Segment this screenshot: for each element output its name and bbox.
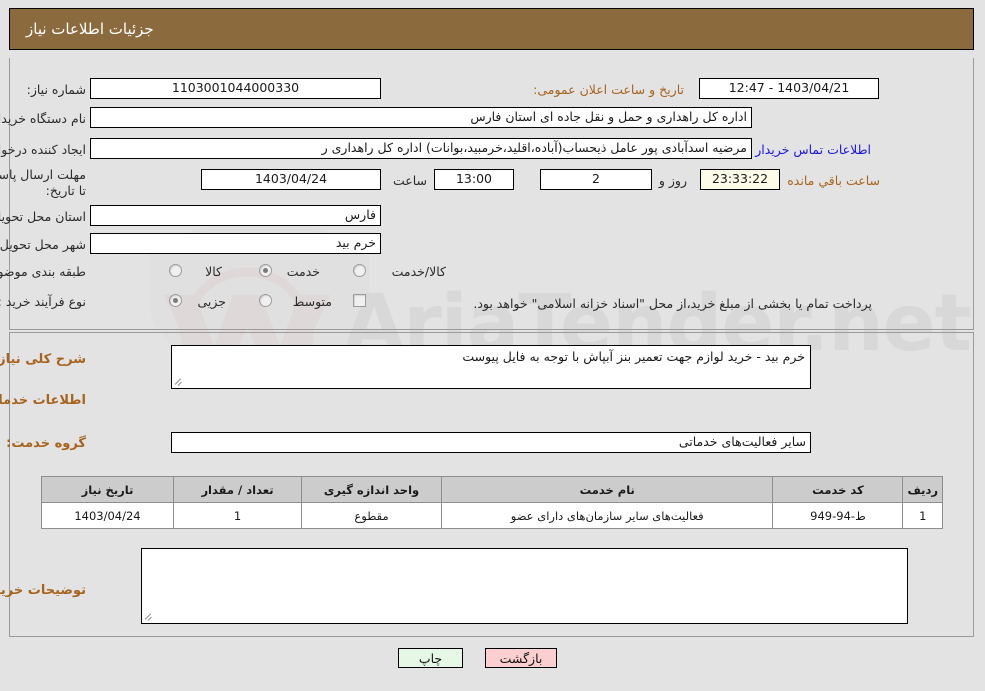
days-label: روز و <box>659 173 688 188</box>
buyer-org-label: نام دستگاه خریدار: <box>0 111 87 126</box>
cell-code: ط-94-949 <box>773 502 905 529</box>
province-field[interactable]: فارس <box>91 205 382 226</box>
buyer-notes-textarea[interactable] <box>142 548 909 624</box>
need-number-field[interactable]: 1103001044000330 <box>91 78 382 99</box>
requester-field[interactable]: مرضیه اسدآبادی پور عامل ذیحساب(آباده،اقل… <box>91 138 753 159</box>
deadline-label: مهلت ارسال پاسخ: تا تاریخ: <box>0 167 87 198</box>
city-field[interactable]: خرم بید <box>91 233 382 254</box>
checkbox-treasury-bonds-label: پرداخت تمام یا بخشی از مبلغ خرید،از محل … <box>474 296 873 311</box>
services-section-title: اطلاعات خدمات مورد نیاز <box>0 393 87 408</box>
radio-category-service-label: خدمت <box>287 264 321 279</box>
table-header-row: ردیف کد خدمت نام خدمت واحد اندازه گیری ت… <box>42 476 944 503</box>
radio-category-goods-service[interactable] <box>354 264 367 277</box>
service-group-label: گروه خدمت: <box>7 436 87 451</box>
col-qty: تعداد / مقدار <box>174 476 303 503</box>
category-label: طبقه بندی موضوعی: <box>0 264 87 279</box>
buyer-notes-label: توضیحات خریدار: <box>0 583 87 598</box>
col-unit: واحد اندازه گیری <box>302 476 443 503</box>
col-name: نام خدمت <box>441 476 775 503</box>
radio-process-medium-label: متوسط <box>293 294 333 309</box>
page-root: AriaTender.net جزئیات اطلاعات نیاز شماره… <box>0 0 985 691</box>
buyer-contact-link[interactable]: اطلاعات تماس خریدار <box>756 142 872 157</box>
days-remaining-field: 2 <box>541 169 653 190</box>
cell-unit: مقطوع <box>302 502 443 529</box>
back-button[interactable]: بازگشت <box>486 648 558 668</box>
public-announce-field: 1403/04/21 - 12:47 <box>700 78 880 99</box>
print-button[interactable]: چاپ <box>399 648 464 668</box>
deadline-hour-label: ساعت <box>393 173 428 188</box>
countdown-field: 23:33:22 <box>701 169 781 190</box>
requester-label: ایجاد کننده درخواست: <box>0 142 87 157</box>
col-code: کد خدمت <box>773 476 905 503</box>
process-label: نوع فرآیند خرید : <box>0 294 87 309</box>
cell-qty: 1 <box>174 502 303 529</box>
radio-category-service[interactable] <box>260 264 273 277</box>
cell-row: 1 <box>903 502 944 529</box>
page-title-bar: جزئیات اطلاعات نیاز <box>10 8 975 50</box>
radio-category-goods-label: کالا <box>206 264 223 279</box>
public-announce-label: تاریخ و ساعت اعلان عمومی: <box>534 82 685 97</box>
resize-grip-icon[interactable] <box>175 377 185 387</box>
col-date: تاریخ نیاز <box>42 476 175 503</box>
radio-process-medium[interactable] <box>260 294 273 307</box>
col-row: ردیف <box>903 476 944 503</box>
city-label: شهر محل تحویل: <box>0 237 87 252</box>
province-label: استان محل تحویل: <box>0 209 87 224</box>
radio-category-goods-service-label: کالا/خدمت <box>392 264 447 279</box>
remaining-hours-label: ساعت باقي مانده <box>788 173 881 188</box>
deadline-time-field: 13:00 <box>435 169 515 190</box>
cell-name: فعالیت‌های سایر سازمان‌های دارای عضو <box>441 502 775 529</box>
summary-textarea[interactable]: خرم بید - خرید لوازم جهت تعمیر بنز آبپاش… <box>172 345 812 389</box>
service-group-field[interactable]: سایر فعالیت‌های خدماتی <box>172 432 812 453</box>
summary-label: شرح کلی نیاز: <box>0 352 87 367</box>
buyer-org-field[interactable]: اداره کل راهداری و حمل و نقل جاده ای است… <box>91 107 753 128</box>
need-number-label: شماره نیاز: <box>27 82 87 97</box>
services-table: ردیف کد خدمت نام خدمت واحد اندازه گیری ت… <box>42 476 944 529</box>
page-title: جزئیات اطلاعات نیاز <box>27 20 155 38</box>
resize-grip-icon-notes[interactable] <box>145 612 155 622</box>
cell-date: 1403/04/24 <box>42 502 175 529</box>
deadline-date-field: 1403/04/24 <box>202 169 382 190</box>
table-row[interactable]: 1 ط-94-949 فعالیت‌های سایر سازمان‌های دا… <box>42 502 944 529</box>
radio-process-minor[interactable] <box>170 294 183 307</box>
summary-text: خرم بید - خرید لوازم جهت تعمیر بنز آبپاش… <box>463 349 806 364</box>
radio-process-minor-label: جزیی <box>198 294 227 309</box>
radio-category-goods[interactable] <box>170 264 183 277</box>
checkbox-treasury-bonds[interactable] <box>354 294 367 307</box>
